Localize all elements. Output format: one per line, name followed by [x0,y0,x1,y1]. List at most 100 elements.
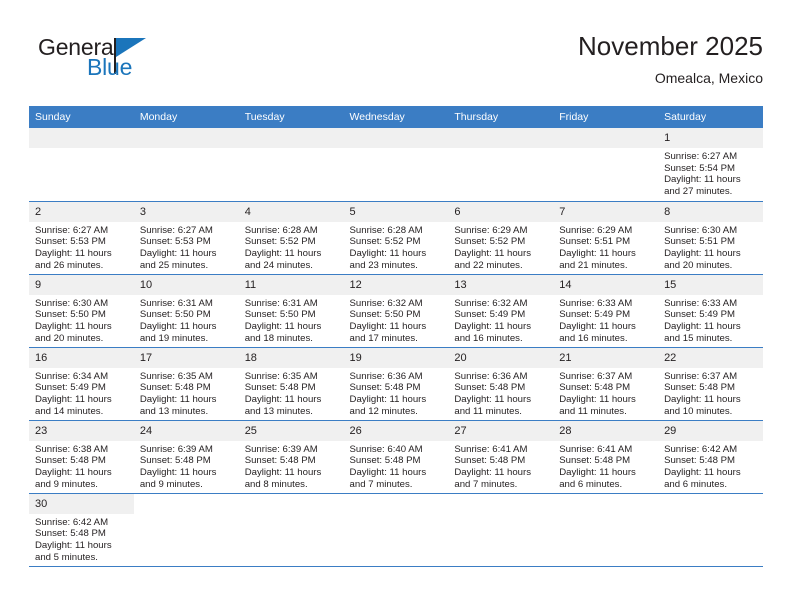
calendar-day-cell[interactable]: 7 Sunrise: 6:29 AM Sunset: 5:51 PM Daylight… [553,201,659,275]
daylight-duration-line1: Daylight: 11 hours [349,247,427,259]
day-sun-info: Sunrise: 6:33 AM Sunset: 5:49 PM Daylight:… [658,295,763,345]
sunset-time: Sunset: 5:48 PM [139,382,211,394]
calendar-day-cell[interactable]: 23 Sunrise: 6:38 AM Sunset: 5:48 PM Dayligh… [29,420,134,494]
calendar-cell-empty [343,128,449,202]
day-sun-info: Sunrise: 6:38 AM Sunset: 5:48 PM Daylight:… [29,441,134,491]
calendar-day-cell[interactable]: 15 Sunrise: 6:33 AM Sunset: 5:49 PM Dayligh… [658,274,763,348]
daylight-duration-line2: and 6 minutes. [559,478,623,490]
calendar-day-cell[interactable]: 24 Sunrise: 6:39 AM Sunset: 5:48 PM Dayligh… [133,420,239,494]
sunrise-sunset-calendar: Sunday Monday Tuesday Wednesday Thursday… [29,106,763,567]
calendar-day-cell[interactable]: 29 Sunrise: 6:42 AM Sunset: 5:48 PM Dayligh… [658,420,763,494]
sunset-time: Sunset: 5:52 PM [244,236,316,248]
weekday-header-sunday: Sunday [29,106,134,128]
daylight-duration-line2: and 25 minutes. [139,259,209,271]
calendar-cell-empty [553,128,659,202]
calendar-day-cell[interactable]: 14 Sunrise: 6:33 AM Sunset: 5:49 PM Dayligh… [553,274,659,348]
general-blue-logo[interactable]: General Blue [29,34,209,90]
calendar-day-cell[interactable]: 9 Sunrise: 6:30 AM Sunset: 5:50 PM Daylight… [29,274,134,348]
day-sun-info: Sunrise: 6:29 AM Sunset: 5:52 PM Daylight:… [448,222,553,272]
daylight-duration-line1: Daylight: 11 hours [664,466,741,478]
daylight-duration-line2: and 12 minutes. [349,405,418,417]
calendar-day-cell[interactable]: 4 Sunrise: 6:28 AM Sunset: 5:52 PM Daylight… [238,201,344,275]
daylight-duration-line1: Daylight: 11 hours [244,393,322,405]
daylight-duration-line1: Daylight: 11 hours [559,466,636,478]
day-number: 10 [133,274,239,295]
day-number [29,128,134,148]
sunrise-time: Sunrise: 6:37 AM [664,370,738,382]
day-number [658,493,763,514]
calendar-day-cell[interactable]: 5 Sunrise: 6:28 AM Sunset: 5:52 PM Daylight… [343,201,449,275]
day-sun-info: Sunrise: 6:35 AM Sunset: 5:48 PM Daylight:… [239,368,344,418]
calendar-week-row: 16 Sunrise: 6:34 AM Sunset: 5:49 PM Dayligh… [29,347,763,421]
sunset-time: Sunset: 5:49 PM [454,309,526,321]
calendar-day-cell[interactable]: 20 Sunrise: 6:36 AM Sunset: 5:48 PM Dayligh… [448,347,554,421]
daylight-duration-line2: and 8 minutes. [244,478,308,490]
day-sun-info: Sunrise: 6:37 AM Sunset: 5:48 PM Daylight:… [658,368,763,418]
day-number: 12 [343,274,449,295]
sunrise-time: Sunrise: 6:30 AM [35,297,109,309]
calendar-header-row: Sunday Monday Tuesday Wednesday Thursday… [29,106,763,128]
sunrise-time: Sunrise: 6:35 AM [244,370,318,382]
sunrise-time: Sunrise: 6:29 AM [454,224,528,236]
calendar-day-cell[interactable]: 27 Sunrise: 6:41 AM Sunset: 5:48 PM Dayligh… [448,420,554,494]
weekday-header-wednesday: Wednesday [343,106,449,128]
calendar-day-cell[interactable]: 6 Sunrise: 6:29 AM Sunset: 5:52 PM Daylight… [448,201,554,275]
day-sun-info: Sunrise: 6:34 AM Sunset: 5:49 PM Daylight:… [29,368,134,418]
calendar-day-cell[interactable]: 2 Sunrise: 6:27 AM Sunset: 5:53 PM Daylight… [29,201,134,275]
sunset-time: Sunset: 5:48 PM [139,455,211,467]
day-number: 2 [29,201,134,222]
daylight-duration-line1: Daylight: 11 hours [244,320,322,332]
sunrise-time: Sunrise: 6:32 AM [454,297,528,309]
calendar-day-cell[interactable]: 3 Sunrise: 6:27 AM Sunset: 5:53 PM Daylight… [133,201,239,275]
day-sun-info: Sunrise: 6:37 AM Sunset: 5:48 PM Daylight:… [553,368,658,418]
day-number [553,493,659,514]
day-number: 3 [133,201,239,222]
calendar-day-cell[interactable]: 13 Sunrise: 6:32 AM Sunset: 5:49 PM Dayligh… [448,274,554,348]
calendar-week-row: 9 Sunrise: 6:30 AM Sunset: 5:50 PM Daylight… [29,274,763,348]
sunrise-time: Sunrise: 6:27 AM [139,224,213,236]
day-sun-info: Sunrise: 6:27 AM Sunset: 5:54 PM Daylight:… [658,148,763,198]
calendar-day-cell[interactable]: 17 Sunrise: 6:35 AM Sunset: 5:48 PM Dayligh… [133,347,239,421]
day-number: 20 [448,347,554,368]
calendar-cell-empty [238,493,344,567]
sunset-time: Sunset: 5:50 PM [35,309,106,321]
calendar-day-cell[interactable]: 30 Sunrise: 6:42 AM Sunset: 5:48 PM Dayligh… [29,493,134,567]
daylight-duration-line1: Daylight: 11 hours [139,247,217,259]
day-number: 14 [553,274,659,295]
day-number [343,493,449,514]
page-title: November 2025 [578,31,763,61]
calendar-day-cell[interactable]: 18 Sunrise: 6:35 AM Sunset: 5:48 PM Dayligh… [238,347,344,421]
sunrise-time: Sunrise: 6:38 AM [35,443,109,455]
sunset-time: Sunset: 5:48 PM [35,528,106,540]
day-number: 13 [448,274,554,295]
calendar-day-cell[interactable]: 25 Sunrise: 6:39 AM Sunset: 5:48 PM Dayligh… [238,420,344,494]
daylight-duration-line2: and 14 minutes. [35,405,104,417]
calendar-day-cell[interactable]: 16 Sunrise: 6:34 AM Sunset: 5:49 PM Dayligh… [29,347,134,421]
day-number: 22 [658,347,763,368]
sunrise-time: Sunrise: 6:31 AM [244,297,318,309]
sunset-time: Sunset: 5:48 PM [454,455,526,467]
calendar-day-cell[interactable]: 10 Sunrise: 6:31 AM Sunset: 5:50 PM Dayligh… [133,274,239,348]
calendar-day-cell[interactable]: 11 Sunrise: 6:31 AM Sunset: 5:50 PM Dayligh… [238,274,344,348]
calendar-day-cell[interactable]: 8 Sunrise: 6:30 AM Sunset: 5:51 PM Daylight… [658,201,763,275]
day-number [343,128,449,148]
calendar-day-cell[interactable]: 26 Sunrise: 6:40 AM Sunset: 5:48 PM Dayligh… [343,420,449,494]
calendar-day-cell[interactable]: 19 Sunrise: 6:36 AM Sunset: 5:48 PM Dayligh… [343,347,449,421]
daylight-duration-line2: and 24 minutes. [244,259,313,271]
day-number [238,128,344,148]
daylight-duration-line1: Daylight: 11 hours [454,466,531,478]
calendar-cell-empty [133,493,239,567]
calendar-day-cell[interactable]: 21 Sunrise: 6:37 AM Sunset: 5:48 PM Dayligh… [553,347,659,421]
calendar-cell-empty [448,493,554,567]
daylight-duration-line2: and 10 minutes. [664,405,733,417]
daylight-duration-line1: Daylight: 11 hours [664,393,741,405]
calendar-day-cell[interactable]: 1 Sunrise: 6:27 AM Sunset: 5:54 PM Daylight… [658,128,763,202]
sunset-time: Sunset: 5:53 PM [35,236,106,248]
calendar-week-row: 1 Sunrise: 6:27 AM Sunset: 5:54 PM Daylight… [29,128,763,202]
calendar-day-cell[interactable]: 22 Sunrise: 6:37 AM Sunset: 5:48 PM Dayligh… [658,347,763,421]
sunrise-time: Sunrise: 6:40 AM [349,443,423,455]
calendar-day-cell[interactable]: 12 Sunrise: 6:32 AM Sunset: 5:50 PM Dayligh… [343,274,449,348]
calendar-day-cell[interactable]: 28 Sunrise: 6:41 AM Sunset: 5:48 PM Dayligh… [553,420,659,494]
day-number: 9 [29,274,134,295]
sunset-time: Sunset: 5:48 PM [664,382,735,394]
